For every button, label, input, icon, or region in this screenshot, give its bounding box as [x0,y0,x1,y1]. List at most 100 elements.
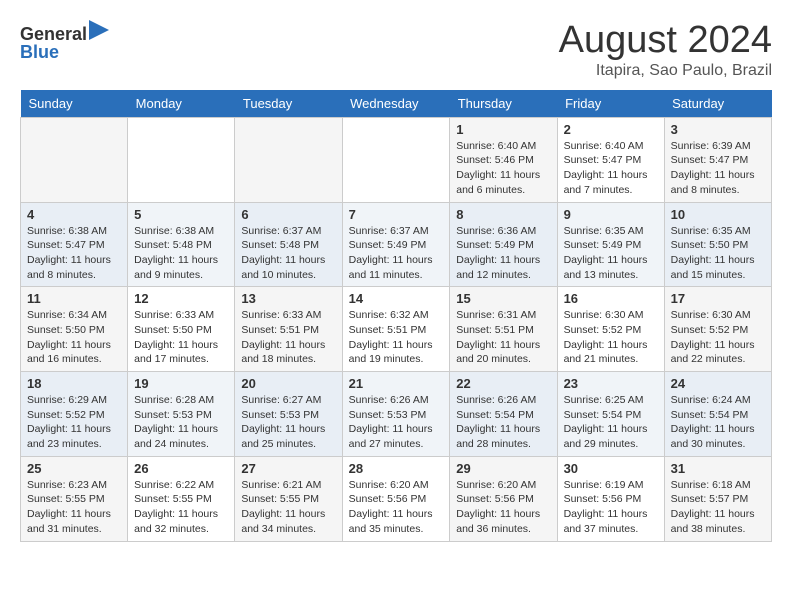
day-number: 21 [349,376,444,391]
day-number: 10 [671,207,765,222]
day-number: 14 [349,291,444,306]
day-info: Sunrise: 6:33 AM Sunset: 5:51 PM Dayligh… [241,308,335,367]
day-number: 19 [134,376,228,391]
page-header: General Blue August 2024 Itapira, Sao Pa… [20,20,772,80]
calendar-cell: 1Sunrise: 6:40 AM Sunset: 5:46 PM Daylig… [450,117,557,202]
calendar-cell: 8 Sunrise: 6:36 AM Sunset: 5:49 PM Daylig… [450,202,557,287]
day-info: Sunrise: 6:32 AM Sunset: 5:51 PM Dayligh… [349,308,444,367]
day-number: 28 [349,461,444,476]
calendar-cell [128,117,235,202]
day-number: 20 [241,376,335,391]
day-number: 17 [671,291,765,306]
day-info: Sunrise: 6:28 AM Sunset: 5:53 PM Dayligh… [134,393,228,452]
col-header-thursday: Thursday [450,90,557,118]
calendar-cell: 7 Sunrise: 6:37 AM Sunset: 5:49 PM Daylig… [342,202,450,287]
day-number: 25 [27,461,121,476]
day-info: Sunrise: 6:29 AM Sunset: 5:52 PM Dayligh… [27,393,121,452]
day-info: Sunrise: 6:38 AM Sunset: 5:48 PM Dayligh… [134,224,228,283]
calendar-cell: 12 Sunrise: 6:33 AM Sunset: 5:50 PM Dayli… [128,287,235,372]
day-number: 26 [134,461,228,476]
calendar-cell: 19 Sunrise: 6:28 AM Sunset: 5:53 PM Dayli… [128,372,235,457]
day-info: Sunrise: 6:26 AM Sunset: 5:53 PM Dayligh… [349,393,444,452]
calendar-cell: 20 Sunrise: 6:27 AM Sunset: 5:53 PM Dayli… [235,372,342,457]
calendar-cell: 4Sunrise: 6:38 AM Sunset: 5:47 PM Daylig… [21,202,128,287]
day-number: 5 [134,207,228,222]
day-number: 3 [671,122,765,137]
day-info: Sunrise: 6:37 AM Sunset: 5:48 PM Dayligh… [241,224,335,283]
calendar-cell: 28 Sunrise: 6:20 AM Sunset: 5:56 PM Dayli… [342,456,450,541]
day-number: 24 [671,376,765,391]
calendar-cell: 13 Sunrise: 6:33 AM Sunset: 5:51 PM Dayli… [235,287,342,372]
day-info: Sunrise: 6:35 AM Sunset: 5:49 PM Dayligh… [564,224,658,283]
day-number: 30 [564,461,658,476]
col-header-saturday: Saturday [664,90,771,118]
day-info: Sunrise: 6:26 AM Sunset: 5:54 PM Dayligh… [456,393,550,452]
calendar-cell: 26Sunrise: 6:22 AM Sunset: 5:55 PM Dayli… [128,456,235,541]
calendar-cell: 5 Sunrise: 6:38 AM Sunset: 5:48 PM Daylig… [128,202,235,287]
calendar-cell [21,117,128,202]
day-info: Sunrise: 6:25 AM Sunset: 5:54 PM Dayligh… [564,393,658,452]
day-info: Sunrise: 6:30 AM Sunset: 5:52 PM Dayligh… [564,308,658,367]
calendar-cell: 10 Sunrise: 6:35 AM Sunset: 5:50 PM Dayli… [664,202,771,287]
day-info: Sunrise: 6:20 AM Sunset: 5:56 PM Dayligh… [349,478,444,537]
col-header-friday: Friday [557,90,664,118]
col-header-monday: Monday [128,90,235,118]
day-info: Sunrise: 6:37 AM Sunset: 5:49 PM Dayligh… [349,224,444,283]
calendar-cell: 17 Sunrise: 6:30 AM Sunset: 5:52 PM Dayli… [664,287,771,372]
calendar-cell [235,117,342,202]
calendar-cell: 18 Sunrise: 6:29 AM Sunset: 5:52 PM Dayli… [21,372,128,457]
month-title: August 2024 [559,20,772,62]
col-header-sunday: Sunday [21,90,128,118]
day-info: Sunrise: 6:31 AM Sunset: 5:51 PM Dayligh… [456,308,550,367]
day-number: 2 [564,122,658,137]
day-info: Sunrise: 6:30 AM Sunset: 5:52 PM Dayligh… [671,308,765,367]
calendar-cell: 22 Sunrise: 6:26 AM Sunset: 5:54 PM Dayli… [450,372,557,457]
calendar-cell: 24Sunrise: 6:24 AM Sunset: 5:54 PM Dayli… [664,372,771,457]
calendar-header-row: SundayMondayTuesdayWednesdayThursdayFrid… [21,90,772,118]
day-info: Sunrise: 6:36 AM Sunset: 5:49 PM Dayligh… [456,224,550,283]
day-info: Sunrise: 6:39 AM Sunset: 5:47 PM Dayligh… [671,139,765,198]
day-number: 4 [27,207,121,222]
day-info: Sunrise: 6:27 AM Sunset: 5:53 PM Dayligh… [241,393,335,452]
calendar-cell: 6 Sunrise: 6:37 AM Sunset: 5:48 PM Daylig… [235,202,342,287]
calendar-row-2: 4Sunrise: 6:38 AM Sunset: 5:47 PM Daylig… [21,202,772,287]
calendar-cell: 2 Sunrise: 6:40 AM Sunset: 5:47 PM Daylig… [557,117,664,202]
day-number: 12 [134,291,228,306]
logo-arrow-icon [89,20,109,40]
calendar-cell: 16Sunrise: 6:30 AM Sunset: 5:52 PM Dayli… [557,287,664,372]
day-number: 23 [564,376,658,391]
day-info: Sunrise: 6:34 AM Sunset: 5:50 PM Dayligh… [27,308,121,367]
day-number: 1 [456,122,550,137]
col-header-tuesday: Tuesday [235,90,342,118]
calendar-cell: 23 Sunrise: 6:25 AM Sunset: 5:54 PM Dayli… [557,372,664,457]
calendar-cell: 14 Sunrise: 6:32 AM Sunset: 5:51 PM Dayli… [342,287,450,372]
day-number: 29 [456,461,550,476]
day-info: Sunrise: 6:20 AM Sunset: 5:56 PM Dayligh… [456,478,550,537]
day-number: 22 [456,376,550,391]
calendar-cell: 15 Sunrise: 6:31 AM Sunset: 5:51 PM Dayli… [450,287,557,372]
day-info: Sunrise: 6:33 AM Sunset: 5:50 PM Dayligh… [134,308,228,367]
day-info: Sunrise: 6:19 AM Sunset: 5:56 PM Dayligh… [564,478,658,537]
day-info: Sunrise: 6:23 AM Sunset: 5:55 PM Dayligh… [27,478,121,537]
calendar-cell: 29 Sunrise: 6:20 AM Sunset: 5:56 PM Dayli… [450,456,557,541]
day-number: 15 [456,291,550,306]
calendar-row-5: 25 Sunrise: 6:23 AM Sunset: 5:55 PM Dayli… [21,456,772,541]
day-number: 6 [241,207,335,222]
day-number: 18 [27,376,121,391]
day-number: 11 [27,291,121,306]
day-number: 7 [349,207,444,222]
day-number: 27 [241,461,335,476]
calendar-cell: 21 Sunrise: 6:26 AM Sunset: 5:53 PM Dayli… [342,372,450,457]
day-number: 31 [671,461,765,476]
calendar-row-4: 18 Sunrise: 6:29 AM Sunset: 5:52 PM Dayli… [21,372,772,457]
day-number: 8 [456,207,550,222]
day-number: 13 [241,291,335,306]
calendar-cell: 11 Sunrise: 6:34 AM Sunset: 5:50 PM Dayli… [21,287,128,372]
calendar-row-1: 1Sunrise: 6:40 AM Sunset: 5:46 PM Daylig… [21,117,772,202]
col-header-wednesday: Wednesday [342,90,450,118]
logo: General Blue [20,20,109,63]
location-text: Itapira, Sao Paulo, Brazil [559,62,772,80]
day-info: Sunrise: 6:35 AM Sunset: 5:50 PM Dayligh… [671,224,765,283]
calendar-cell: 3 Sunrise: 6:39 AM Sunset: 5:47 PM Daylig… [664,117,771,202]
day-info: Sunrise: 6:40 AM Sunset: 5:47 PM Dayligh… [564,139,658,198]
